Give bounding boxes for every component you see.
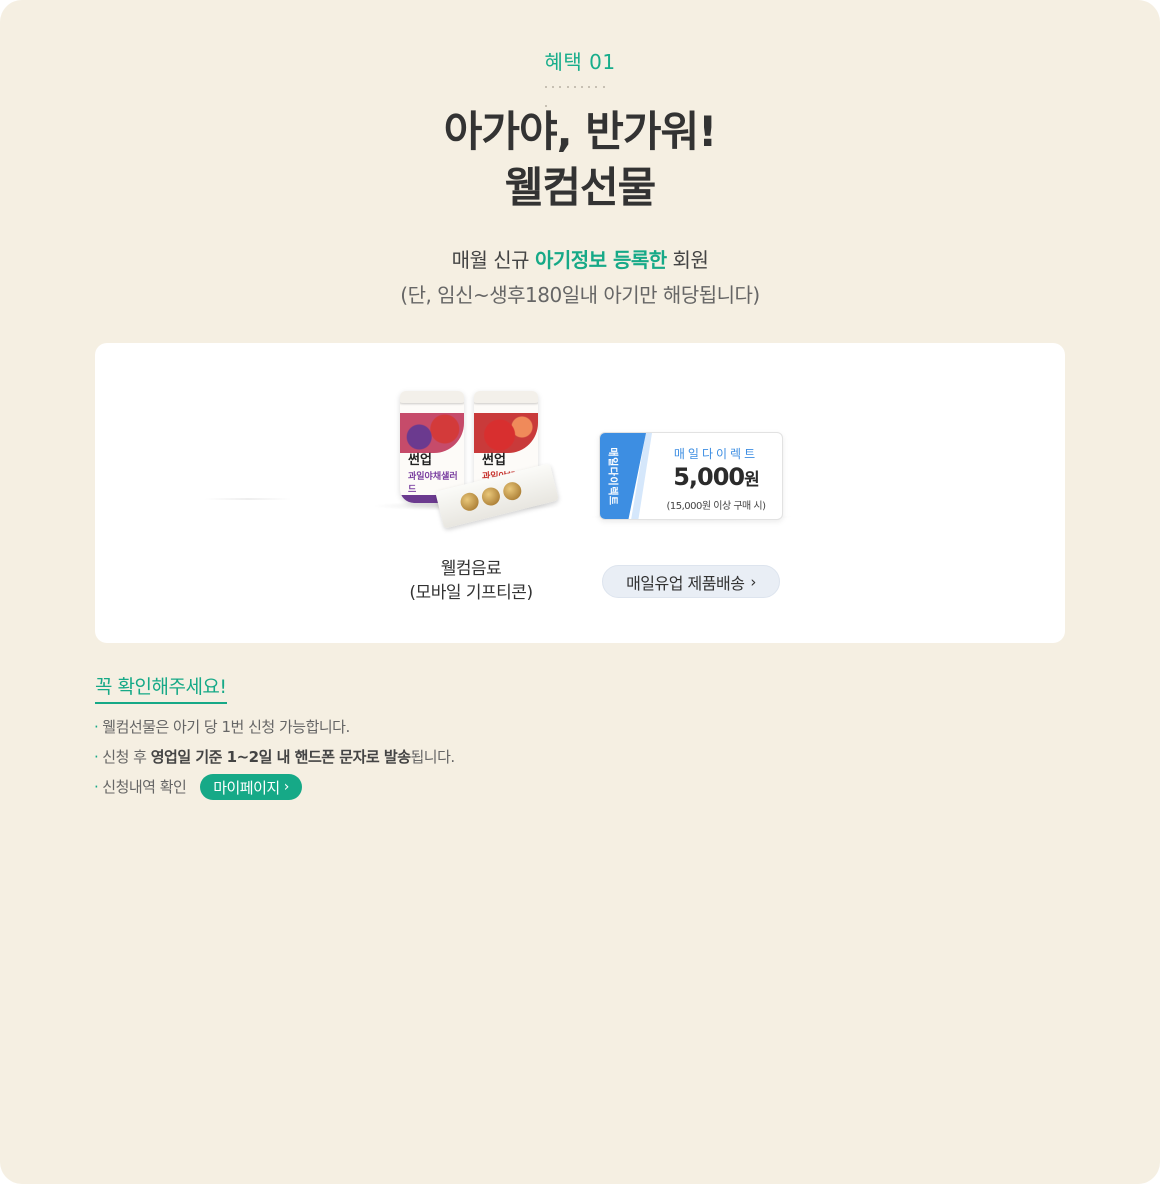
mypage-button[interactable]: 마이페이지 › <box>200 774 302 800</box>
delivery-button-label: 매일유업 제품배송 <box>626 573 745 593</box>
welcome-drink-image: 썬업 과일야채샐러드 썬업 과일야채샐러드 <box>372 385 572 545</box>
notice-item: · 웰컴선물은 아기 당 1번 신청 가능합니다. <box>94 718 350 736</box>
notice-title: 꼭 확인해주세요! <box>95 672 227 704</box>
eligibility-highlight: 아기정보 등록한 <box>534 248 667 272</box>
notice-item: · 신청 후 영업일 기준 1~2일 내 핸드폰 문자로 발송됩니다. <box>94 748 455 766</box>
product-delivery-button[interactable]: 매일유업 제품배송 › <box>602 565 780 598</box>
coupon-brand: 매일다이렉트 <box>673 447 759 461</box>
chevron-right-icon: › <box>750 572 756 591</box>
eligibility-condition: (단, 임신~생후180일내 아기만 해당됩니다) <box>400 283 760 307</box>
title-line-2: 웰컴선물 <box>504 163 657 212</box>
notice-item: · 신청내역 확인 <box>94 778 187 796</box>
chevron-right-icon: › <box>283 779 290 795</box>
title-line-1: 아가야, 반가워! <box>443 107 718 156</box>
coupon-side-text: 매일다이렉트 <box>606 446 618 506</box>
benefit-number: 혜택 01 <box>544 50 616 74</box>
eligibility-text: 매월 신규 아기정보 등록한 회원 <box>0 244 1160 273</box>
gift-card <box>95 343 1065 643</box>
faint-divider <box>205 498 291 500</box>
coupon-condition: (15,000원 이상 구매 시) <box>666 501 766 512</box>
coupon-image: 매일다이렉트 매일다이렉트 5,000원 (15,000원 이상 구매 시) <box>599 432 783 520</box>
page-title: 아가야, 반가워! 웰컴선물 <box>0 104 1160 216</box>
mypage-button-label: 마이페이지 <box>213 778 280 797</box>
eligibility-suffix: 회원 <box>666 248 709 272</box>
eligibility-prefix: 매월 신규 <box>451 248 535 272</box>
dotted-divider <box>545 86 615 107</box>
benefit-panel: 혜택 01 아가야, 반가워! 웰컴선물 매월 신규 아기정보 등록한 회원 (… <box>0 0 1160 1184</box>
coupon-amount: 5,000원 <box>673 463 760 491</box>
welcome-drink-label: 웰컴음료 (모바일 기프티콘) <box>409 559 533 603</box>
